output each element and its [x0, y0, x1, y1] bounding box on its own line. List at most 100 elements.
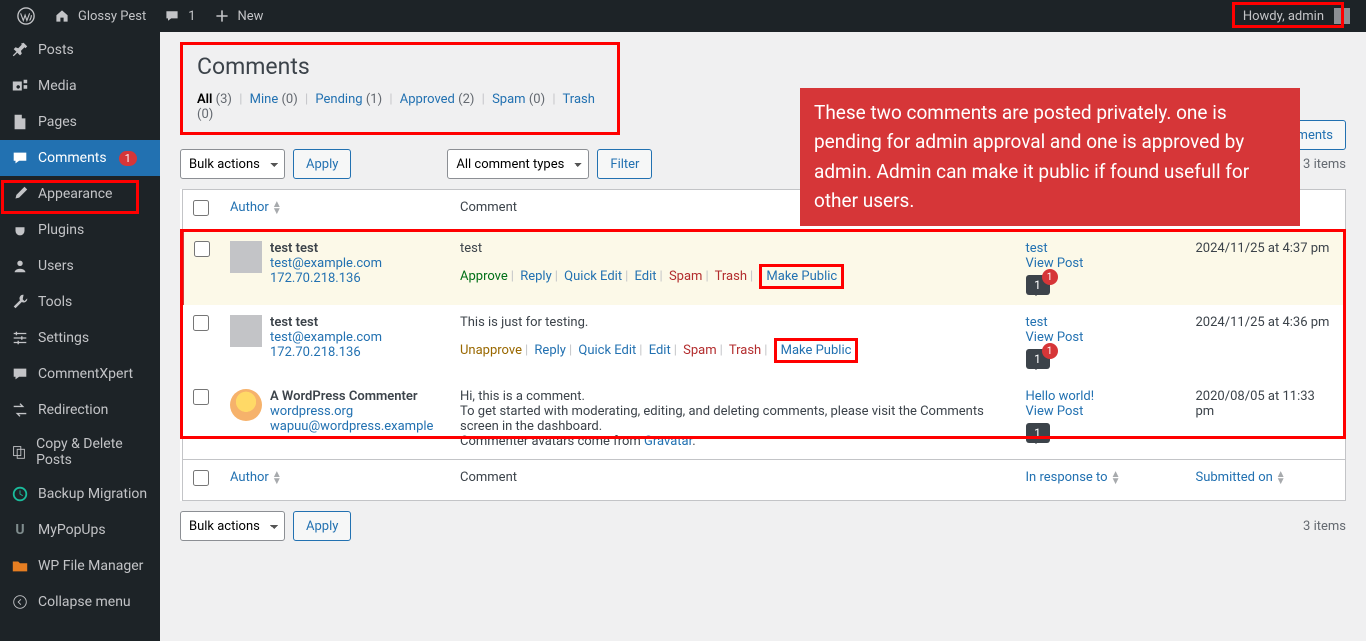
menu-label: WP File Manager: [38, 558, 143, 574]
heading-area: Comments All (3) | Mine (0) | Pending (1…: [180, 42, 620, 135]
sort-response[interactable]: In response to ▲▼: [1026, 470, 1121, 485]
select-all-checkbox[interactable]: [193, 470, 209, 486]
redirect-icon: [10, 400, 30, 420]
menu-label: Plugins: [38, 222, 84, 238]
quick-edit-link[interactable]: Quick Edit: [578, 343, 636, 358]
bulk-action-select[interactable]: Bulk actions: [180, 149, 285, 179]
menu-comments[interactable]: Comments1: [0, 140, 160, 176]
comment-type-select[interactable]: All comment types: [447, 149, 589, 179]
menu-label: Tools: [38, 294, 72, 310]
menu-backup[interactable]: Backup Migration: [0, 476, 160, 512]
approve-link[interactable]: Approve: [460, 269, 508, 284]
make-public-link[interactable]: Make Public: [766, 269, 837, 284]
comment-count-bubble[interactable]: 11: [1026, 275, 1050, 295]
admin-bar: Glossy Pest 1 New Howdy, admin: [0, 0, 1366, 32]
bulk-action-select[interactable]: Bulk actions: [180, 511, 285, 541]
filter-spam[interactable]: Spam: [492, 92, 526, 107]
edit-link[interactable]: Edit: [649, 343, 671, 358]
author-ip[interactable]: 172.70.218.136: [270, 345, 361, 360]
gravatar-link[interactable]: Gravatar: [644, 434, 692, 449]
menu-label: Collapse menu: [38, 594, 131, 610]
comments-notif[interactable]: 1: [154, 0, 203, 32]
comment-row: test test test@example.com 172.70.218.13…: [182, 305, 1346, 379]
sort-date[interactable]: Submitted on ▲▼: [1196, 470, 1286, 485]
filter-button[interactable]: Filter: [597, 149, 652, 179]
collapse-menu[interactable]: Collapse menu: [0, 584, 160, 620]
menu-media[interactable]: Media: [0, 68, 160, 104]
menu-pages[interactable]: Pages: [0, 104, 160, 140]
howdy-text: Howdy, admin: [1243, 9, 1324, 24]
new-content[interactable]: New: [204, 0, 272, 32]
comment-icon: [10, 364, 30, 384]
view-post-link[interactable]: View Post: [1026, 404, 1084, 419]
edit-link[interactable]: Edit: [635, 269, 657, 284]
author-email[interactable]: test@example.com: [270, 330, 382, 345]
make-public-link[interactable]: Make Public: [781, 343, 852, 358]
menu-file-manager[interactable]: WP File Manager: [0, 548, 160, 584]
apply-button[interactable]: Apply: [293, 511, 351, 541]
menu-label: Backup Migration: [38, 486, 147, 502]
author-url[interactable]: wordpress.org: [270, 404, 353, 419]
comments-table: Author ▲▼ Comment In response to ▲▼ Subm…: [180, 189, 1346, 501]
sort-icon: ▲▼: [1276, 471, 1286, 485]
view-post-link[interactable]: View Post: [1026, 256, 1084, 271]
menu-appearance[interactable]: Appearance: [0, 176, 160, 212]
menu-settings[interactable]: Settings: [0, 320, 160, 356]
reply-link[interactable]: Reply: [520, 269, 552, 284]
comment-row: A WordPress Commenter wordpress.org wapu…: [182, 379, 1346, 460]
comment-icon: [10, 148, 30, 168]
site-title: Glossy Pest: [78, 9, 146, 24]
response-title[interactable]: Hello world!: [1026, 389, 1095, 404]
site-name[interactable]: Glossy Pest: [44, 0, 154, 32]
pin-icon: [10, 40, 30, 60]
quick-edit-link[interactable]: Quick Edit: [564, 269, 622, 284]
row-checkbox[interactable]: [193, 315, 209, 331]
response-title[interactable]: test: [1026, 315, 1048, 330]
row-checkbox[interactable]: [193, 389, 209, 405]
filter-all[interactable]: All: [197, 92, 212, 107]
unapprove-link[interactable]: Unapprove: [460, 343, 522, 358]
account-menu[interactable]: Howdy, admin: [1235, 8, 1358, 24]
home-icon: [52, 6, 72, 26]
folder-icon: [10, 556, 30, 576]
filter-approved[interactable]: Approved: [400, 92, 455, 107]
tablenav-bottom: Bulk actions Apply 3 items: [180, 511, 1346, 541]
menu-plugins[interactable]: Plugins: [0, 212, 160, 248]
comment-count-bubble[interactable]: 11: [1026, 349, 1050, 369]
select-all-checkbox[interactable]: [193, 200, 209, 216]
row-actions: Approve| Reply| Quick Edit| Edit| Spam| …: [460, 264, 1006, 289]
trash-link[interactable]: Trash: [729, 343, 761, 358]
menu-mypopups[interactable]: UMyPopUps: [0, 512, 160, 548]
response-title[interactable]: test: [1026, 241, 1048, 256]
author-name: test test: [270, 315, 318, 330]
menu-commentxpert[interactable]: CommentXpert: [0, 356, 160, 392]
spam-link[interactable]: Spam: [669, 269, 703, 284]
copy-icon: [10, 442, 28, 462]
menu-posts[interactable]: Posts: [0, 32, 160, 68]
author-ip[interactable]: 172.70.218.136: [270, 271, 361, 286]
comment-content: Hi, this is a comment. To get started wi…: [460, 389, 1006, 449]
author-email[interactable]: wapuu@wordpress.example: [270, 419, 433, 434]
reply-link[interactable]: Reply: [534, 343, 566, 358]
menu-redirection[interactable]: Redirection: [0, 392, 160, 428]
sort-author[interactable]: Author ▲▼: [230, 200, 282, 215]
sort-icon: ▲▼: [1111, 471, 1121, 485]
trash-link[interactable]: Trash: [715, 269, 747, 284]
menu-tools[interactable]: Tools: [0, 284, 160, 320]
menu-users[interactable]: Users: [0, 248, 160, 284]
comment-count-bubble[interactable]: 1: [1026, 423, 1050, 443]
filter-trash[interactable]: Trash: [563, 92, 595, 107]
apply-button[interactable]: Apply: [293, 149, 351, 179]
wp-logo[interactable]: [8, 0, 44, 32]
menu-label: Users: [38, 258, 74, 274]
sort-author[interactable]: Author ▲▼: [230, 470, 282, 485]
page-title: Comments: [197, 53, 603, 80]
filter-pending[interactable]: Pending: [315, 92, 362, 107]
filter-mine[interactable]: Mine: [250, 92, 279, 107]
view-post-link[interactable]: View Post: [1026, 330, 1084, 345]
menu-copy-delete[interactable]: Copy & Delete Posts: [0, 428, 160, 476]
brush-icon: [10, 184, 30, 204]
author-email[interactable]: test@example.com: [270, 256, 382, 271]
spam-link[interactable]: Spam: [683, 343, 717, 358]
row-checkbox[interactable]: [194, 241, 210, 257]
